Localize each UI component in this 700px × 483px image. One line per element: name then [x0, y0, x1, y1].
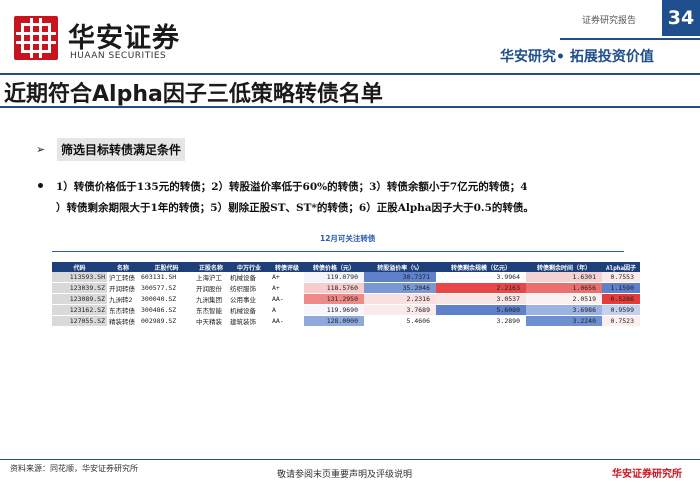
- table-row: 123089.SZ 九洲转2 300040.SZ 九洲集团 公用事业 AA- 1…: [52, 293, 640, 305]
- cell-balance: 5.6080: [436, 304, 526, 316]
- cell-price: 131.2950: [304, 293, 364, 305]
- cell-stock-code: 603131.SH: [139, 272, 194, 283]
- cell-stock-name: 开润股份: [194, 282, 228, 294]
- column-header: 正股代码: [139, 262, 194, 272]
- table-row: 123039.SZ 开润转债 300577.SZ 开润股份 纺织服饰 A+ 11…: [52, 282, 640, 294]
- cell-price: 128.0000: [304, 315, 364, 327]
- page-number: 34: [662, 0, 700, 36]
- huaan-logo-icon: [14, 16, 58, 60]
- cell-remaining: 1.6301: [526, 272, 602, 283]
- cell-premium: 35.2046: [364, 282, 436, 294]
- cell-stock-name: 东杰智能: [194, 304, 228, 316]
- cell-alpha: 0.9599: [602, 304, 640, 316]
- cell-alpha: 0.7553: [602, 272, 640, 283]
- cell-balance: 3.0537: [436, 293, 526, 305]
- brand-name: 华安证券: [68, 23, 180, 54]
- cell-industry: 建筑装饰: [228, 315, 270, 327]
- cell-remaining: 2.0519: [526, 293, 602, 305]
- table-row: 113593.SH 沪工转债 603131.SH 上海沪工 机械设备 A+ 11…: [52, 272, 640, 283]
- cell-name: 精装转债: [107, 315, 139, 327]
- cell-stock-code: 300040.SZ: [139, 293, 194, 305]
- column-header: 转债剩余时间（年）: [526, 262, 602, 272]
- cell-stock-code: 002989.SZ: [139, 315, 194, 327]
- cell-industry: 机械设备: [228, 272, 270, 283]
- cell-premium: 30.7371: [364, 272, 436, 283]
- column-header: 转债价格（元）: [304, 262, 364, 272]
- cell-industry: 机械设备: [228, 304, 270, 316]
- column-header: 转债评级: [270, 262, 304, 272]
- footer-divider: [0, 459, 700, 460]
- cell-balance: 3.9964: [436, 272, 526, 283]
- cell-industry: 纺织服饰: [228, 282, 270, 294]
- table-row: 123162.SZ 东杰转债 300486.SZ 东杰智能 机械设备 A 119…: [52, 304, 640, 316]
- conditions-text-line-2: ）转债剩余期限大于1年的转债；5）剔除正股ST、ST*的转债；6）正股Alpha…: [56, 202, 534, 214]
- cell-alpha: 0.5286: [602, 293, 640, 305]
- dot-bullet-icon: [38, 183, 43, 188]
- cell-rating: A+: [270, 282, 304, 294]
- cell-rating: AA-: [270, 293, 304, 305]
- table-row: 127055.SZ 精装转债 002989.SZ 中天精装 建筑装饰 AA- 1…: [52, 315, 640, 327]
- cell-premium: 3.7689: [364, 304, 436, 316]
- report-type: 证券研究报告: [582, 16, 637, 26]
- cell-premium: 2.2316: [364, 293, 436, 305]
- cell-code: 113593.SH: [52, 272, 107, 283]
- column-header: 转债剩余规模（亿元）: [436, 262, 526, 272]
- cell-stock-code: 300486.SZ: [139, 304, 194, 316]
- cell-code: 123162.SZ: [52, 304, 107, 316]
- disclaimer: 敬请参阅末页重要声明及评级说明: [277, 470, 413, 480]
- column-header: 代码: [52, 262, 107, 272]
- bond-table: 代码 名称 正股代码 正股名称 中万行业 转债评级 转债价格（元） 转股溢价率（…: [52, 262, 640, 327]
- cell-price: 119.0790: [304, 272, 364, 283]
- cell-alpha: 0.7523: [602, 315, 640, 327]
- column-header: 正股名称: [194, 262, 228, 272]
- cell-name: 沪工转债: [107, 272, 139, 283]
- column-header: 中万行业: [228, 262, 270, 272]
- cell-balance: 3.2890: [436, 315, 526, 327]
- cell-name: 东杰转债: [107, 304, 139, 316]
- cell-rating: AA-: [270, 315, 304, 327]
- table-title: 12月可关注转债: [320, 234, 376, 243]
- cell-stock-name: 中天精装: [194, 315, 228, 327]
- cell-code: 127055.SZ: [52, 315, 107, 327]
- cell-alpha: 1.1590: [602, 282, 640, 294]
- cell-remaining: 1.0656: [526, 282, 602, 294]
- cell-name: 开润转债: [107, 282, 139, 294]
- brand-name-english: HUAAN SECURITIES: [70, 51, 167, 61]
- column-header: 名称: [107, 262, 139, 272]
- page-title: 近期符合Alpha因子三低策略转债名单: [4, 82, 383, 107]
- cell-code: 123039.SZ: [52, 282, 107, 294]
- cell-remaining: 3.2240: [526, 315, 602, 327]
- table-title-rule: [52, 251, 624, 252]
- section-heading: 筛选目标转债满足条件: [57, 138, 186, 161]
- cell-rating: A: [270, 304, 304, 316]
- cell-code: 123089.SZ: [52, 293, 107, 305]
- arrow-bullet-icon: ➢: [36, 143, 46, 156]
- cell-remaining: 3.6986: [526, 304, 602, 316]
- cell-price: 119.9690: [304, 304, 364, 316]
- cell-stock-name: 上海沪工: [194, 272, 228, 283]
- cell-premium: 5.4606: [364, 315, 436, 327]
- table-header-row: 代码 名称 正股代码 正股名称 中万行业 转债评级 转债价格（元） 转股溢价率（…: [52, 262, 640, 272]
- cell-stock-name: 九洲集团: [194, 293, 228, 305]
- source-note: 资料来源：同花顺，华安证券研究所: [10, 464, 138, 473]
- conditions-text-line-1: 1）转债价格低于135元的转债；2）转股溢价率低于60%的转债；3）转债余额小于…: [56, 181, 528, 193]
- header-divider: [560, 38, 700, 40]
- cell-stock-code: 300577.SZ: [139, 282, 194, 294]
- cell-price: 118.5760: [304, 282, 364, 294]
- cell-rating: A+: [270, 272, 304, 283]
- column-header: 转股溢价率（%）: [364, 262, 436, 272]
- slogan: 华安研究• 拓展投资价值: [500, 49, 654, 65]
- cell-industry: 公用事业: [228, 293, 270, 305]
- cell-name: 九洲转2: [107, 293, 139, 305]
- footer-brand: 华安证券研究所: [612, 469, 682, 480]
- column-header: Alpha因子: [602, 262, 640, 272]
- cell-balance: 2.2163: [436, 282, 526, 294]
